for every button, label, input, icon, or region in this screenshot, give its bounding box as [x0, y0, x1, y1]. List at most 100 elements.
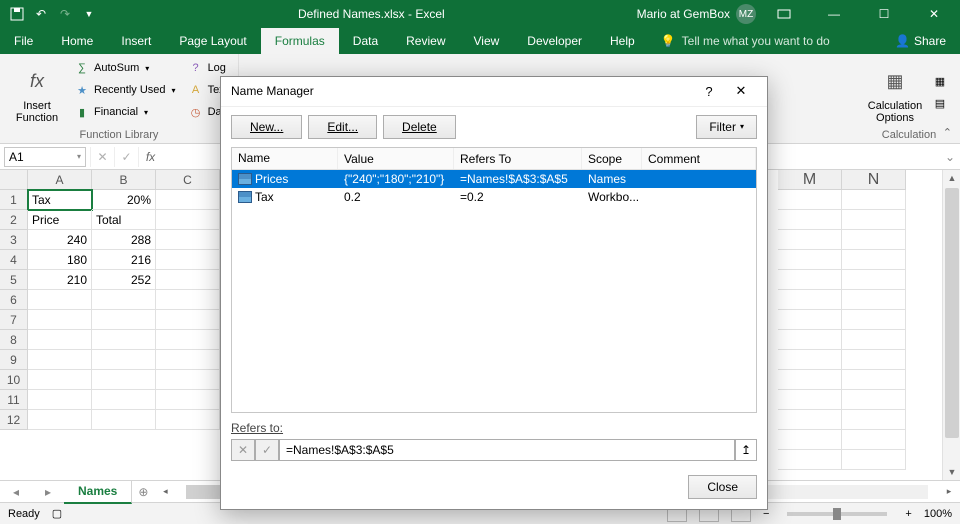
cell[interactable]: Total: [92, 210, 156, 230]
cell[interactable]: [28, 290, 92, 310]
row-header[interactable]: 8: [0, 330, 28, 350]
cell[interactable]: [156, 330, 220, 350]
col-header[interactable]: N: [842, 170, 906, 190]
col-header[interactable]: C: [156, 170, 220, 190]
row-header[interactable]: 3: [0, 230, 28, 250]
tab-data[interactable]: Data: [339, 28, 392, 54]
cell[interactable]: 288: [92, 230, 156, 250]
cell[interactable]: [156, 390, 220, 410]
avatar[interactable]: MZ: [736, 4, 756, 24]
dialog-help-icon[interactable]: ?: [693, 84, 725, 99]
cell[interactable]: [28, 370, 92, 390]
names-list[interactable]: Name Value Refers To Scope Comment Price…: [231, 147, 757, 413]
redo-icon[interactable]: ↷: [54, 3, 76, 25]
cell[interactable]: [156, 190, 220, 210]
col-header-name[interactable]: Name: [232, 148, 338, 169]
cell[interactable]: [28, 350, 92, 370]
cell[interactable]: 252: [92, 270, 156, 290]
insert-function-button[interactable]: fx Insert Function: [8, 58, 66, 127]
recently-used-button[interactable]: ★Recently Used▾: [70, 80, 180, 100]
dialog-titlebar[interactable]: Name Manager ? ✕: [221, 77, 767, 107]
row-header[interactable]: 4: [0, 250, 28, 270]
maximize-icon[interactable]: ☐: [862, 0, 906, 28]
col-header-scope[interactable]: Scope: [582, 148, 642, 169]
cell[interactable]: [156, 370, 220, 390]
cell[interactable]: [28, 330, 92, 350]
cell[interactable]: 240: [28, 230, 92, 250]
filter-button[interactable]: Filter▾: [696, 115, 757, 139]
ribbon-display-icon[interactable]: [762, 0, 806, 28]
macro-record-icon[interactable]: ▢: [52, 507, 62, 520]
row-header[interactable]: 2: [0, 210, 28, 230]
tab-view[interactable]: View: [460, 28, 514, 54]
tab-help[interactable]: Help: [596, 28, 649, 54]
col-header-value[interactable]: Value: [338, 148, 454, 169]
sheet-tab-names[interactable]: Names: [64, 480, 132, 504]
tab-home[interactable]: Home: [47, 28, 107, 54]
enter-formula-icon[interactable]: ✓: [114, 147, 138, 167]
share-button[interactable]: 👤Share: [881, 28, 960, 54]
cell[interactable]: Tax: [28, 190, 92, 210]
cell[interactable]: Price: [28, 210, 92, 230]
calc-sheet-button[interactable]: ▤: [928, 94, 952, 114]
cell[interactable]: [92, 410, 156, 430]
cell[interactable]: [92, 330, 156, 350]
cell[interactable]: 180: [28, 250, 92, 270]
delete-name-button[interactable]: Delete: [383, 115, 456, 139]
cell[interactable]: [156, 270, 220, 290]
name-row[interactable]: Tax 0.2 =0.2 Workbo...: [232, 188, 756, 206]
row-header[interactable]: 5: [0, 270, 28, 290]
cell[interactable]: 216: [92, 250, 156, 270]
sheet-nav-next-icon[interactable]: ▸: [32, 485, 64, 499]
row-header[interactable]: 6: [0, 290, 28, 310]
tab-formulas[interactable]: Formulas: [261, 28, 339, 54]
cell[interactable]: [92, 370, 156, 390]
autosum-button[interactable]: ∑AutoSum▾: [70, 58, 180, 78]
undo-icon[interactable]: ↶: [30, 3, 52, 25]
scroll-down-icon[interactable]: ▼: [943, 464, 960, 480]
sheet-nav-prev-icon[interactable]: ◂: [0, 485, 32, 499]
col-header[interactable]: B: [92, 170, 156, 190]
row-header[interactable]: 11: [0, 390, 28, 410]
edit-name-button[interactable]: Edit...: [308, 115, 377, 139]
tab-developer[interactable]: Developer: [513, 28, 596, 54]
close-button[interactable]: Close: [688, 475, 757, 499]
cell[interactable]: [92, 390, 156, 410]
refers-accept-icon[interactable]: ✓: [255, 439, 279, 461]
col-header-comment[interactable]: Comment: [642, 148, 756, 169]
close-icon[interactable]: ✕: [912, 0, 956, 28]
cell[interactable]: [156, 310, 220, 330]
cell[interactable]: [28, 390, 92, 410]
cancel-formula-icon[interactable]: ✕: [90, 147, 114, 167]
zoom-slider[interactable]: [787, 512, 887, 516]
col-header-refers[interactable]: Refers To: [454, 148, 582, 169]
collapse-ribbon-icon[interactable]: ⌃: [943, 126, 952, 139]
financial-button[interactable]: ▮Financial▾: [70, 102, 180, 122]
zoom-thumb[interactable]: [833, 508, 841, 520]
cell[interactable]: [156, 350, 220, 370]
dialog-close-icon[interactable]: ✕: [725, 83, 757, 99]
add-sheet-button[interactable]: ⊕: [132, 485, 154, 499]
cell[interactable]: [156, 410, 220, 430]
minimize-icon[interactable]: —: [812, 0, 856, 28]
cell[interactable]: [156, 230, 220, 250]
cell[interactable]: [156, 250, 220, 270]
cell[interactable]: [92, 290, 156, 310]
name-box[interactable]: A1▾: [4, 147, 86, 167]
zoom-level[interactable]: 100%: [924, 508, 952, 520]
tell-me-box[interactable]: 💡Tell me what you want to do: [649, 28, 881, 54]
new-name-button[interactable]: New...: [231, 115, 302, 139]
name-row[interactable]: Prices {"240";"180";"210"} =Names!$A$3:$…: [232, 170, 756, 188]
col-header[interactable]: A: [28, 170, 92, 190]
calc-now-button[interactable]: ▦: [928, 72, 952, 92]
row-header[interactable]: 10: [0, 370, 28, 390]
row-header[interactable]: 9: [0, 350, 28, 370]
select-all-corner[interactable]: [0, 170, 28, 190]
refers-cancel-icon[interactable]: ✕: [231, 439, 255, 461]
row-header[interactable]: 12: [0, 410, 28, 430]
row-header[interactable]: 1: [0, 190, 28, 210]
scroll-right-icon[interactable]: ▸: [942, 486, 956, 497]
tab-insert[interactable]: Insert: [107, 28, 165, 54]
calculation-options-button[interactable]: ▦ Calculation Options: [866, 58, 924, 127]
cell[interactable]: 210: [28, 270, 92, 290]
